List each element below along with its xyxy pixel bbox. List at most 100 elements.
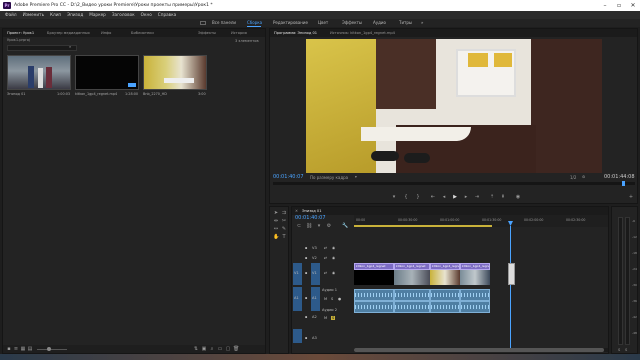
audio-clip[interactable] [354, 301, 394, 313]
track-lock-icon[interactable]: ▪ [305, 256, 307, 260]
marker-icon[interactable]: ▾ [391, 194, 397, 200]
sync-lock-icon[interactable]: ⇄ [324, 246, 327, 250]
settings-wrench-icon[interactable]: ⚙ [326, 223, 332, 229]
track-lock-icon[interactable]: ▪ [305, 315, 307, 319]
voiceover-icon[interactable]: ● [338, 297, 341, 301]
audio-clip[interactable] [430, 301, 460, 313]
track-lock-icon[interactable]: ▪ [305, 246, 307, 250]
home-icon[interactable] [200, 21, 206, 25]
workspace-editing[interactable]: Редактирование [273, 19, 308, 27]
workspace-effects[interactable]: Эффекты [342, 19, 362, 27]
eye-icon[interactable]: ◉ [332, 246, 335, 250]
tab-sequence[interactable]: Эпизод 01 [302, 207, 322, 215]
lift-icon[interactable]: ⇡ [489, 194, 495, 200]
tab-libraries[interactable]: Библиотеки [131, 29, 154, 37]
tab-program-monitor[interactable]: Программа: Эпизод 01 [274, 29, 317, 37]
program-timecode[interactable]: 00:01:40:07 [273, 174, 304, 180]
type-tool-icon[interactable]: T [281, 234, 287, 240]
find-icon[interactable]: ⌕ [209, 346, 215, 352]
solo-button[interactable]: S [331, 316, 336, 320]
pen-tool-icon[interactable]: ✎ [281, 226, 287, 232]
search-icon[interactable]: ⌕ [69, 44, 71, 49]
monitor-scrubber[interactable] [273, 182, 635, 185]
time-ruler[interactable]: 00:00 00:00:30:00 00:01:00:00 00:01:30:0… [354, 215, 608, 227]
solo-button[interactable]: S [625, 348, 627, 352]
slip-tool-icon[interactable]: ↔ [273, 226, 279, 232]
clip-thumbnail[interactable] [75, 55, 139, 90]
ripple-edit-tool-icon[interactable]: ⇹ [273, 218, 279, 224]
track-lock-icon[interactable]: ▪ [305, 271, 307, 275]
lock-icon[interactable]: ▪ [6, 346, 12, 352]
tab-media-browser[interactable]: Браузер медиаданных [47, 29, 90, 37]
workspace-color[interactable]: Цвет [318, 19, 328, 27]
quality-dropdown[interactable]: 1/2 [570, 175, 576, 180]
new-item-icon[interactable]: ▢ [225, 346, 231, 352]
menu-clip[interactable]: Клип [50, 11, 61, 19]
hand-tool-icon[interactable]: ✋ [273, 234, 279, 240]
track-lock-icon[interactable]: ▪ [305, 296, 307, 300]
sync-lock-icon[interactable]: ⇄ [324, 256, 327, 260]
project-search-input[interactable] [7, 45, 77, 51]
menu-sequence[interactable]: Эпизод [67, 11, 83, 19]
icon-view-icon[interactable]: ▦ [20, 346, 26, 352]
menu-help[interactable]: Справка [158, 11, 176, 19]
video-clip[interactable]: kitkon_1gp4_regnet [460, 263, 490, 270]
step-back-icon[interactable]: ◂ [441, 194, 447, 200]
tab-effects[interactable]: Эффекты [198, 29, 216, 37]
clear-icon[interactable]: 🗑 [233, 346, 239, 352]
extract-icon[interactable]: ⇞ [500, 194, 506, 200]
add-marker-icon[interactable]: ▾ [316, 223, 322, 229]
go-to-in-icon[interactable]: ⇤ [430, 194, 436, 200]
track-label[interactable]: V2 [312, 256, 317, 260]
track-lock-icon[interactable]: ▪ [305, 336, 307, 340]
zoom-slider-handle[interactable] [47, 347, 51, 351]
eye-icon[interactable]: ◉ [332, 256, 335, 260]
solo-button[interactable]: S [331, 297, 333, 301]
linked-selection-icon[interactable]: ⛓ [306, 223, 312, 229]
source-patch-a2[interactable] [293, 329, 302, 343]
automate-icon[interactable]: ▣ [201, 346, 207, 352]
audio-clip[interactable] [430, 289, 460, 301]
tab-source-monitor[interactable]: Источник: kitkon_1gp4_regnet.mp4 [330, 29, 395, 37]
wrench-icon[interactable]: 🔧 [342, 223, 348, 229]
video-clip[interactable]: kitkon_1gp4_regnet [354, 263, 394, 270]
menu-marker[interactable]: Маркер [89, 11, 106, 19]
audio-clip[interactable] [460, 289, 490, 301]
add-icon[interactable]: + [628, 194, 634, 200]
sort-icon[interactable]: ⇅ [193, 346, 199, 352]
snap-icon[interactable]: ⊂ [296, 223, 302, 229]
out-point-icon[interactable]: } [415, 194, 421, 200]
menu-file[interactable]: Файл [5, 11, 17, 19]
selection-tool-icon[interactable]: ➤ [273, 210, 279, 216]
eye-icon[interactable]: ◉ [332, 271, 335, 275]
workspace-audio[interactable]: Аудио [373, 19, 386, 27]
solo-button[interactable]: S [618, 348, 620, 352]
razor-tool-icon[interactable]: ✂ [281, 218, 287, 224]
video-clip[interactable]: kitkon_1gp4_regnet [394, 263, 430, 270]
workspace-more-icon[interactable]: » [421, 19, 423, 27]
timeline-timecode[interactable]: 00:01:40:07 [295, 215, 326, 221]
tab-project[interactable]: Проект: Урок1 [7, 29, 34, 37]
freeform-view-icon[interactable]: ▤ [27, 346, 33, 352]
timeline-scrollbar-thumb[interactable] [354, 348, 604, 352]
go-to-out-icon[interactable]: ⇥ [474, 194, 480, 200]
list-view-icon[interactable]: ≡ [13, 346, 19, 352]
program-video-frame[interactable] [306, 39, 602, 173]
audio-clip[interactable] [394, 289, 430, 301]
export-frame-icon[interactable]: ◉ [515, 194, 521, 200]
play-icon[interactable]: ▶ [452, 194, 458, 200]
clip-thumbnail[interactable] [7, 55, 71, 90]
tab-history[interactable]: История [231, 29, 247, 37]
fit-dropdown[interactable]: По размеру кадра [310, 175, 348, 180]
track-select-tool-icon[interactable]: ⇉ [281, 210, 287, 216]
sync-lock-icon[interactable]: ⇄ [324, 271, 327, 275]
track-label[interactable]: V3 [312, 246, 317, 250]
zoom-slider[interactable] [37, 349, 67, 350]
mute-button[interactable]: M [324, 316, 327, 320]
audio-clip[interactable] [460, 301, 490, 313]
minimize-icon[interactable]: – [598, 0, 612, 11]
workspace-titles[interactable]: Титры [399, 19, 412, 27]
audio-clip[interactable] [354, 289, 394, 301]
new-bin-icon[interactable]: ▭ [217, 346, 223, 352]
close-icon[interactable]: ✕ [626, 0, 640, 11]
